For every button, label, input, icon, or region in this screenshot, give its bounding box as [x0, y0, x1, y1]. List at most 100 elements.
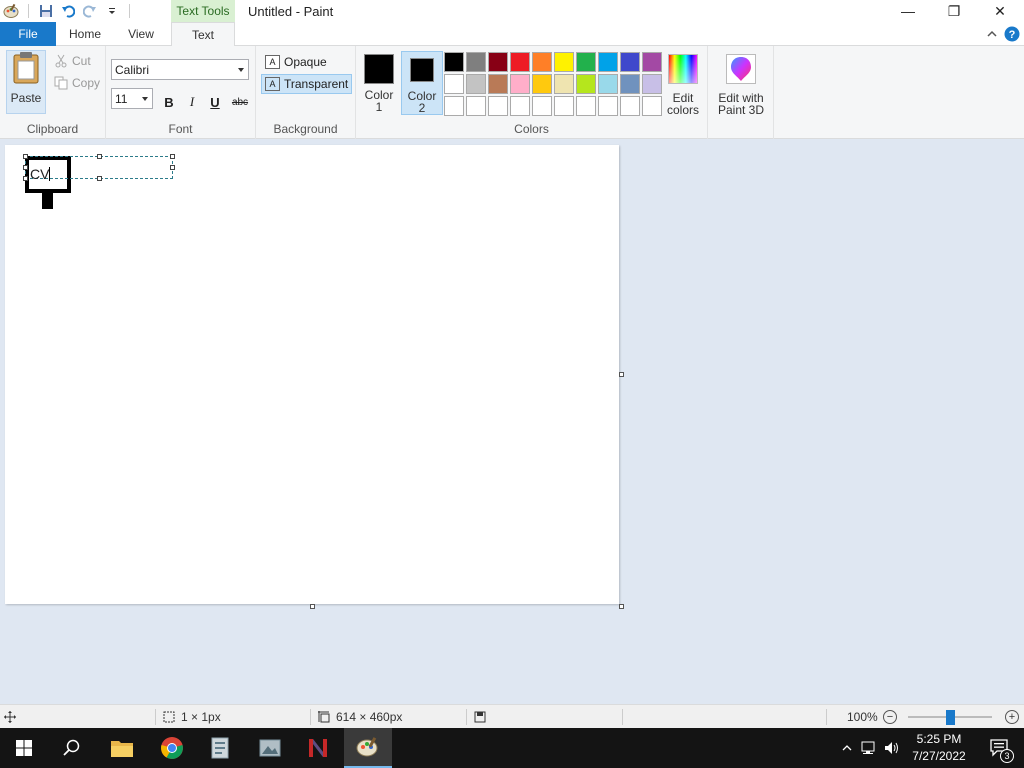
cursor-position — [4, 705, 16, 729]
palette-swatch-21[interactable] — [466, 96, 486, 116]
palette-swatch-6[interactable] — [576, 52, 596, 72]
network-icon[interactable] — [856, 741, 880, 755]
opaque-button[interactable]: A Opaque — [262, 52, 330, 72]
textbox-handle-tl[interactable] — [23, 154, 28, 159]
minimize-button[interactable]: — — [885, 0, 931, 22]
taskbar-file-explorer[interactable] — [98, 728, 146, 768]
canvas-resize-handle-right[interactable] — [619, 372, 624, 377]
drawing-canvas[interactable]: CV — [5, 145, 619, 604]
palette-swatch-16[interactable] — [576, 74, 596, 94]
palette-swatch-1[interactable] — [466, 52, 486, 72]
paste-button[interactable]: Paste — [6, 50, 46, 114]
status-separator — [826, 709, 827, 725]
file-size — [474, 705, 486, 729]
qat-separator — [28, 4, 29, 18]
customize-qat-icon[interactable] — [101, 0, 123, 22]
textbox-handle-bc[interactable] — [97, 176, 102, 181]
color2-button[interactable]: Color 2 — [401, 51, 443, 115]
textbox-handle-bl[interactable] — [23, 176, 28, 181]
restore-button[interactable]: ❐ — [931, 0, 977, 22]
image-app-icon — [259, 739, 281, 757]
strikethrough-button[interactable]: abc — [228, 92, 252, 112]
start-button[interactable] — [0, 728, 48, 768]
search-button[interactable] — [48, 728, 96, 768]
palette-swatch-26[interactable] — [576, 96, 596, 116]
palette-swatch-14[interactable] — [532, 74, 552, 94]
tab-home[interactable]: Home — [60, 22, 110, 46]
palette-swatch-23[interactable] — [510, 96, 530, 116]
collapse-ribbon-icon[interactable] — [986, 28, 998, 43]
tab-file[interactable]: File — [0, 22, 56, 46]
palette-swatch-20[interactable] — [444, 96, 464, 116]
palette-swatch-19[interactable] — [642, 74, 662, 94]
show-hidden-icons[interactable] — [838, 742, 856, 754]
edit-colors-button[interactable]: Edit colors — [667, 54, 699, 116]
italic-button[interactable]: I — [182, 92, 202, 112]
color1-button[interactable]: Color 1 — [358, 51, 400, 115]
status-separator — [310, 709, 311, 725]
font-size-dropdown[interactable]: 11 — [111, 88, 153, 109]
color2-label-line2: 2 — [418, 101, 426, 115]
palette-swatch-7[interactable] — [598, 52, 618, 72]
palette-swatch-11[interactable] — [466, 74, 486, 94]
palette-swatch-2[interactable] — [488, 52, 508, 72]
palette-swatch-12[interactable] — [488, 74, 508, 94]
save-icon[interactable] — [35, 0, 57, 22]
palette-swatch-17[interactable] — [598, 74, 618, 94]
close-button[interactable]: ✕ — [977, 0, 1023, 22]
palette-swatch-3[interactable] — [510, 52, 530, 72]
textbox-handle-tr[interactable] — [170, 154, 175, 159]
palette-swatch-0[interactable] — [444, 52, 464, 72]
palette-swatch-27[interactable] — [598, 96, 618, 116]
underline-button[interactable]: U — [205, 92, 225, 112]
palette-swatch-22[interactable] — [488, 96, 508, 116]
palette-swatch-9[interactable] — [642, 52, 662, 72]
tab-view[interactable]: View — [116, 22, 166, 46]
copy-button[interactable]: Copy — [54, 76, 100, 90]
zoom-in-button[interactable]: + — [1005, 710, 1019, 724]
paste-icon — [13, 52, 39, 84]
bold-button[interactable]: B — [159, 92, 179, 112]
palette-swatch-5[interactable] — [554, 52, 574, 72]
taskbar-chrome[interactable] — [148, 728, 196, 768]
zoom-out-button[interactable]: − — [883, 710, 897, 724]
undo-icon[interactable] — [57, 0, 79, 22]
palette-swatch-10[interactable] — [444, 74, 464, 94]
textbox-handle-mr[interactable] — [170, 165, 175, 170]
palette-swatch-4[interactable] — [532, 52, 552, 72]
paint-app-icon[interactable] — [0, 0, 22, 22]
palette-swatch-13[interactable] — [510, 74, 530, 94]
palette-swatch-28[interactable] — [620, 96, 640, 116]
transparent-button[interactable]: A Transparent — [261, 74, 353, 94]
textbox-handle-ml[interactable] — [23, 165, 28, 170]
canvas-resize-handle-corner[interactable] — [619, 604, 624, 609]
taskbar-clock[interactable]: 5:25 PM 7/27/2022 — [906, 731, 972, 765]
cut-button[interactable]: Cut — [54, 54, 91, 68]
taskbar-paint[interactable] — [344, 728, 392, 768]
zoom-slider-thumb[interactable] — [946, 710, 955, 725]
background-group: A Opaque A Transparent Background — [256, 46, 356, 139]
ribbon: Paste Cut Copy Clipboard Calibri 11 B I … — [0, 46, 1024, 139]
palette-swatch-25[interactable] — [554, 96, 574, 116]
volume-icon[interactable] — [880, 741, 904, 755]
palette-swatch-15[interactable] — [554, 74, 574, 94]
redo-icon[interactable] — [79, 0, 101, 22]
edit-with-paint3d-button[interactable]: Edit with Paint 3D — [718, 54, 764, 116]
action-center-button[interactable]: 3 — [976, 728, 1024, 768]
taskbar-app-4[interactable] — [246, 728, 294, 768]
palette-swatch-8[interactable] — [620, 52, 640, 72]
palette-swatch-29[interactable] — [642, 96, 662, 116]
window-title: Untitled - Paint — [248, 4, 334, 19]
canvas-resize-handle-bottom[interactable] — [310, 604, 315, 609]
palette-swatch-18[interactable] — [620, 74, 640, 94]
font-family-dropdown[interactable]: Calibri — [111, 59, 249, 80]
taskbar-app-5[interactable] — [294, 728, 342, 768]
help-icon[interactable]: ? — [1004, 26, 1020, 45]
taskbar-app-3[interactable] — [196, 728, 244, 768]
workspace: CV — [0, 139, 1024, 704]
textbox-handle-tc[interactable] — [97, 154, 102, 159]
typed-text[interactable]: CV — [30, 166, 51, 182]
palette-swatch-24[interactable] — [532, 96, 552, 116]
tab-text[interactable]: Text — [171, 22, 235, 47]
selection-size: 1 × 1px — [163, 705, 221, 729]
